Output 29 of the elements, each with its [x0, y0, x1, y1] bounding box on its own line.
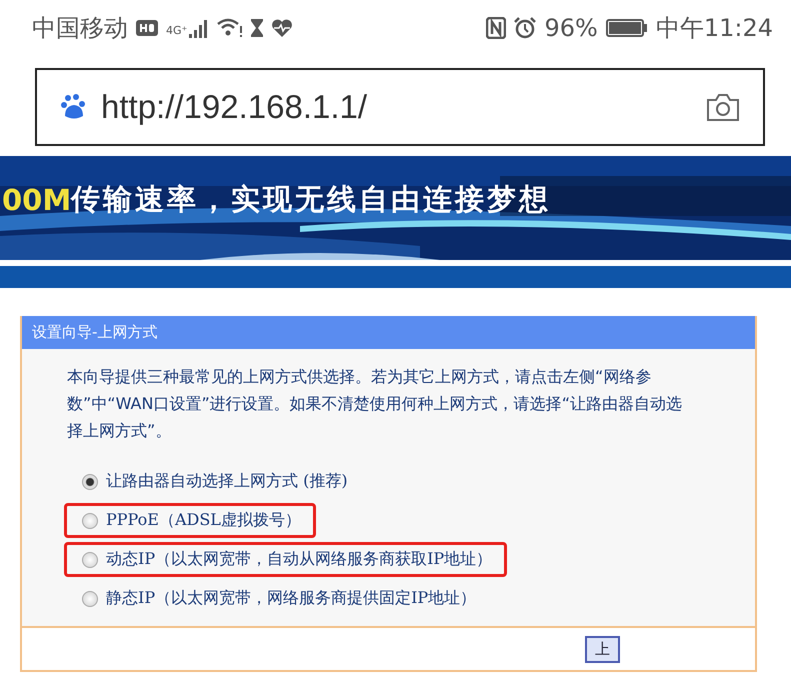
hd-icon — [136, 20, 158, 36]
radio-option[interactable]: 动态IP（以太网宽带，自动从网络服务商获取IP地址） — [64, 542, 508, 577]
heart-icon — [271, 19, 294, 37]
radio-option[interactable]: 静态IP（以太网宽带，网络服务商提供固定IP地址） — [64, 581, 492, 616]
panel-title: 设置向导-上网方式 — [32, 323, 158, 341]
camera-icon[interactable] — [705, 92, 741, 122]
banner-speed: 00M — [2, 183, 72, 217]
radio-button[interactable] — [82, 512, 98, 528]
alarm-icon — [514, 17, 536, 39]
signal-icon — [189, 18, 210, 38]
wifi-icon — [217, 18, 244, 38]
hourglass-icon — [251, 19, 264, 37]
clock: 中午11:24 — [656, 13, 773, 44]
nfc-icon — [486, 17, 506, 39]
back-button[interactable]: 上 — [585, 636, 620, 662]
battery-percent: 96% — [544, 14, 598, 42]
network-type: 4G⁺ — [166, 24, 188, 37]
radio-option[interactable]: 让路由器自动选择上网方式 (推荐) — [64, 464, 363, 499]
carrier-name: 中国移动 — [32, 13, 128, 44]
url-text: http://192.168.1.1/ — [101, 88, 368, 126]
radio-button[interactable] — [82, 590, 98, 606]
description-text: 本向导提供三种最常见的上网方式供选择。若为其它上网方式，请点击左侧“网络参数”中“WAN口设置”进行设置。如果不清楚使用何种上网方式，请选择“让路由器自动选择上网方式”。 — [67, 366, 684, 442]
paw-icon — [61, 94, 87, 120]
banner-slogan: 传输速率，实现无线自由连接梦想 — [71, 181, 552, 218]
battery-icon — [606, 19, 648, 37]
radio-option[interactable]: PPPoE（ADSL虚拟拨号） — [64, 503, 316, 538]
radio-button[interactable] — [82, 552, 98, 568]
address-bar[interactable]: http://192.168.1.1/ — [35, 68, 765, 146]
radio-button[interactable] — [82, 474, 98, 490]
